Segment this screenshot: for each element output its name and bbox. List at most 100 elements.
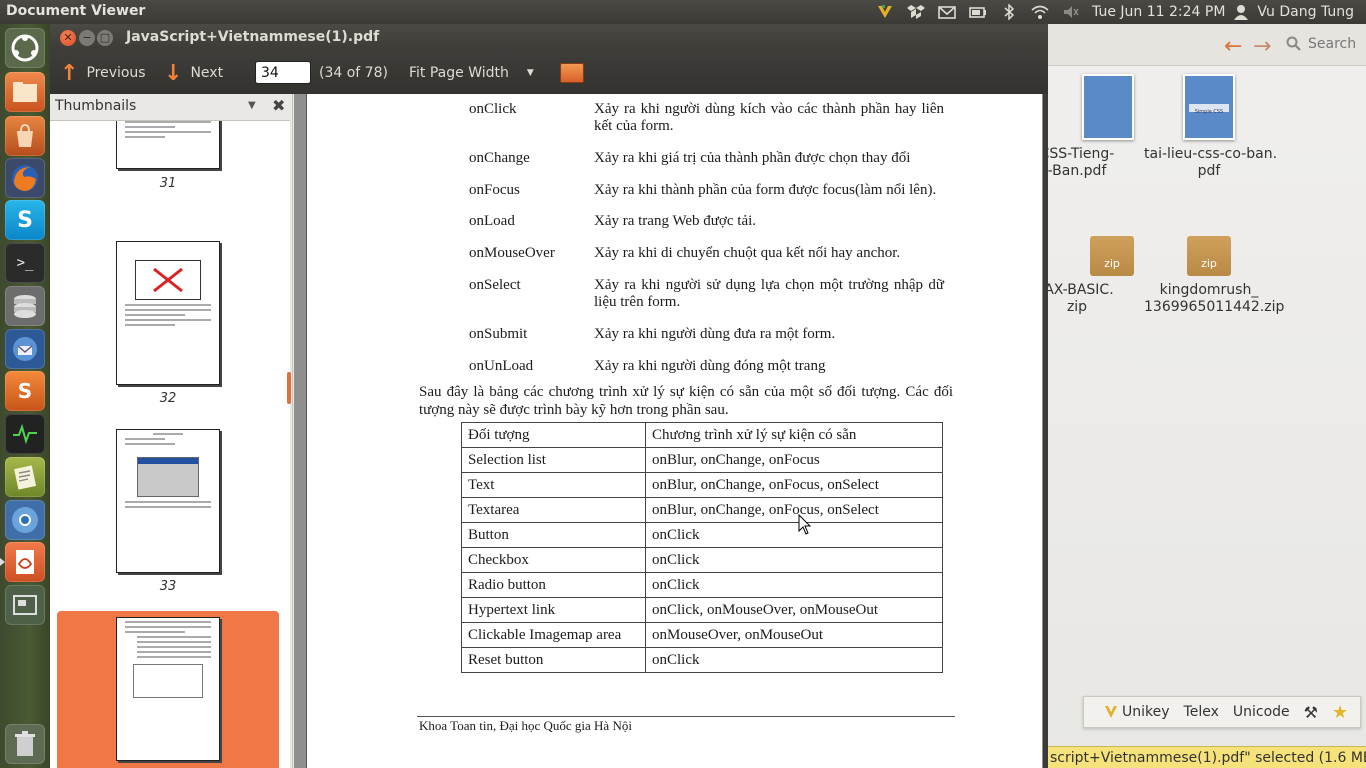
ubuntu-dash-icon[interactable] [5, 28, 45, 68]
user-icon[interactable] [1231, 0, 1251, 24]
unicode-button[interactable]: Unicode [1233, 704, 1290, 720]
table-cell: Checkbox [461, 547, 646, 573]
gedit-icon[interactable] [5, 457, 45, 497]
event-name: onClick [469, 101, 517, 117]
pdf-file-icon: Simple CSS [1183, 74, 1235, 140]
sidebar-title[interactable]: Thumbnails [55, 98, 136, 114]
chevron-down-icon: ▼ [526, 68, 534, 78]
footer-divider [417, 716, 955, 717]
viewer-toolbar: ↑ Previous ↓ Next (34 of 78) Fit Page Wi… [50, 52, 1048, 94]
thumbnail-page-32[interactable]: 32 [57, 237, 279, 407]
system-monitor-icon[interactable] [5, 414, 45, 454]
close-button[interactable]: ✕ [60, 30, 76, 46]
table-cell: onClick [645, 522, 943, 548]
page-preview [116, 617, 220, 761]
sublime-text-icon[interactable]: S [5, 371, 45, 411]
back-arrow-icon[interactable]: ← [1224, 34, 1242, 59]
telex-button[interactable]: Telex [1184, 704, 1219, 720]
event-name: onChange [469, 150, 530, 166]
files-icon[interactable] [5, 72, 45, 112]
desktop-file[interactable]: zip kingdomrush_ 1369965011442.zip [1144, 236, 1284, 316]
skype-icon[interactable]: S [5, 200, 45, 240]
event-name: onSelect [469, 277, 521, 293]
document-viewer-window: ✕ − □ JavaScript+Vietnammese(1).pdf ↑ Pr… [50, 24, 1048, 768]
event-description: Xảy ra khi người sử dụng lựa chọn một tr… [594, 277, 944, 310]
arrow-down-icon: ↓ [164, 60, 183, 86]
disks-icon[interactable] [5, 286, 45, 326]
thumbnail-number: 33 [159, 579, 177, 594]
search-label: Search [1308, 36, 1357, 52]
next-button[interactable]: ↓ Next [164, 52, 223, 94]
sidebar-header: Thumbnails ▼ ✖ [50, 94, 293, 120]
table-header-row: Đối tượng Chương trình xử lý sự kiện có … [461, 422, 943, 448]
chromium-icon[interactable] [5, 500, 45, 540]
maximize-button[interactable]: □ [97, 30, 113, 46]
wifi-icon[interactable] [1024, 0, 1055, 24]
table-cell: onClick, onMouseOver, onMouseOut [645, 597, 943, 623]
volume-icon[interactable] [1055, 0, 1086, 24]
next-label: Next [190, 65, 224, 81]
software-center-icon[interactable] [5, 116, 45, 156]
minimize-button[interactable]: − [79, 30, 95, 46]
thunderbird-icon[interactable] [5, 329, 45, 369]
table-row: Text onBlur, onChange, onFocus, onSelect [461, 472, 943, 498]
launcher: S >_ S [0, 24, 50, 768]
battery-icon[interactable] [962, 0, 993, 24]
table-row: Checkbox onClick [461, 547, 943, 573]
close-sidebar-icon[interactable]: ✖ [272, 96, 285, 115]
document-viewer-icon[interactable] [0, 542, 45, 582]
page-preview [116, 429, 220, 573]
thumbnail-page-34[interactable]: 34 [57, 611, 279, 768]
thumbnail-list: 31 32 33 [50, 120, 290, 768]
zoom-select[interactable]: Fit Page Width ▼ [409, 52, 534, 94]
thumbnail-page-31[interactable]: 31 [57, 121, 279, 197]
zip-file-icon: zip [1187, 236, 1231, 276]
page-count: (34 of 78) [319, 65, 388, 81]
zoom-label: Fit Page Width [409, 65, 509, 81]
workspace-switcher-icon[interactable] [5, 585, 45, 625]
system-tray: Tue Jun 11 2:24 PM Vu Dang Tung [869, 0, 1366, 24]
table-row: Hypertext link onClick, onMouseOver, onMo… [461, 597, 943, 623]
table-cell: Selection list [461, 447, 646, 473]
event-description: Xảy ra khi di chuyển chuột qua kết nối h… [594, 245, 901, 261]
event-description: Xảy ra khi người dùng đưa ra một form. [594, 326, 836, 342]
firefox-icon[interactable] [5, 158, 45, 198]
intro-paragraph: Sau đây là bảng các chương trình xử lý s… [419, 384, 953, 418]
unikey-button[interactable]: Unikey [1104, 704, 1170, 720]
trash-icon[interactable] [5, 724, 45, 764]
chevron-down-icon[interactable]: ▼ [248, 100, 256, 111]
mail-icon[interactable] [931, 0, 962, 24]
page-number-input[interactable] [255, 61, 311, 84]
search-button[interactable]: Search [1286, 36, 1356, 52]
vietnamese-input-icon[interactable] [869, 0, 900, 24]
forward-arrow-icon[interactable]: → [1253, 34, 1271, 59]
window-titlebar: ✕ − □ JavaScript+Vietnammese(1).pdf [50, 24, 1048, 52]
terminal-icon[interactable]: >_ [5, 243, 45, 283]
document-scrollbar[interactable] [1043, 94, 1048, 768]
tools-icon[interactable]: ⚒ [1304, 703, 1318, 722]
event-name: onSubmit [469, 326, 528, 342]
table-cell: onClick [645, 547, 943, 573]
clock[interactable]: Tue Jun 11 2:24 PM [1086, 4, 1231, 20]
pdf-file-icon [1082, 74, 1134, 140]
table-cell: Clickable Imagemap area [461, 622, 646, 648]
event-description: Xảy ra khi người dùng kích vào các thành… [594, 101, 944, 134]
star-icon[interactable]: ★ [1332, 702, 1348, 723]
document-area[interactable]: onClick Xảy ra khi người dùng kích vào c… [294, 94, 1048, 768]
previous-button[interactable]: ↑ Previous [60, 52, 146, 94]
previous-label: Previous [86, 65, 146, 81]
table-cell: Text [461, 472, 646, 498]
sidebar-resize-handle[interactable] [287, 372, 291, 404]
bluetooth-icon[interactable] [993, 0, 1024, 24]
desktop-file[interactable]: Simple CSS tai-lieu-css-co-ban. pdf [1144, 74, 1278, 180]
open-folder-icon[interactable] [560, 63, 584, 83]
user-name[interactable]: Vu Dang Tung [1251, 4, 1366, 20]
missing-image-icon [135, 260, 201, 300]
table-row: Reset button onClick [461, 647, 943, 673]
file-name: tai-lieu-css-co-ban. pdf [1144, 146, 1278, 179]
table-cell: onBlur, onChange, onFocus [645, 447, 943, 473]
dropbox-icon[interactable] [900, 0, 931, 24]
event-description: Xảy ra trang Web được tải. [594, 213, 757, 229]
thumbnail-page-33[interactable]: 33 [57, 425, 279, 595]
event-name: onMouseOver [469, 245, 555, 261]
